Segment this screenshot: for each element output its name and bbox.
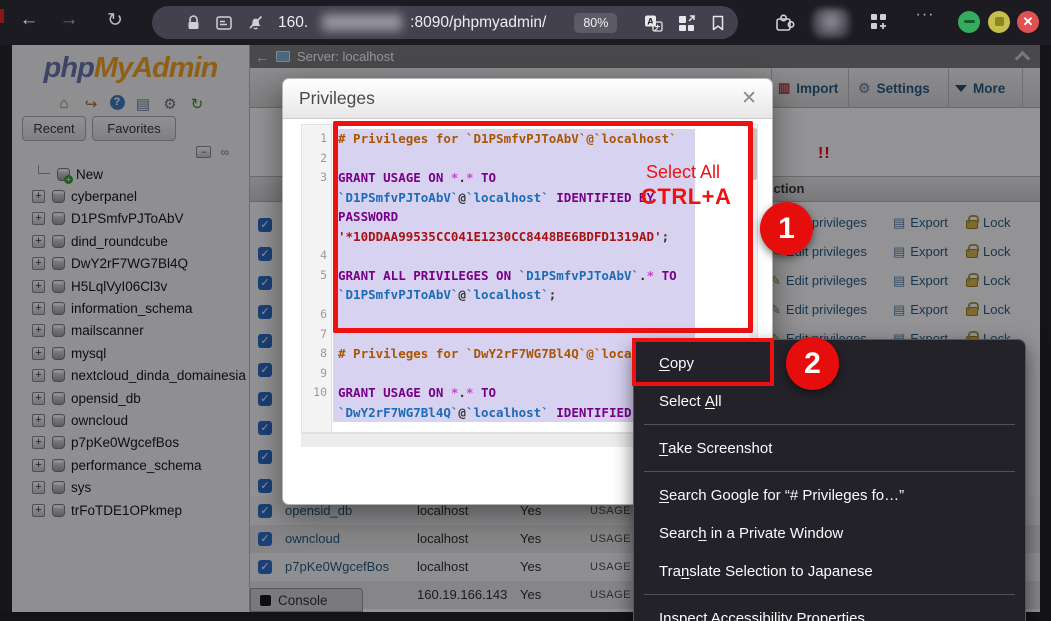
line-number: 1 (302, 129, 327, 149)
notifications-blocked-icon[interactable] (247, 14, 264, 31)
menu-separator (644, 594, 1015, 595)
annotation-shortcut-label: CTRL+A (641, 184, 731, 210)
line-number: 4 (302, 246, 327, 266)
bookmark-icon[interactable] (710, 14, 726, 32)
minimize-button[interactable] (958, 11, 980, 33)
account-avatar[interactable] (812, 8, 850, 38)
menu-item-take-screenshot[interactable]: Take Screenshot (634, 429, 1025, 467)
url-redacted-blur (322, 14, 402, 31)
line-number: 7 (302, 325, 327, 345)
window-edge-accent (0, 9, 4, 23)
access-key: T (659, 440, 668, 457)
menu-item-inspect-accessibility[interactable]: Inspect Accessibility Properties (634, 599, 1025, 621)
code-token-pun: @ (458, 405, 466, 420)
picture-in-picture-icon[interactable] (677, 14, 696, 32)
window-right-edge (1040, 45, 1051, 612)
reload-icon[interactable]: ↻ (100, 9, 130, 32)
code-token-id: `localhost` (466, 405, 549, 420)
access-key: S (659, 487, 669, 504)
annotation-select-all-label: Select All (646, 162, 720, 183)
menu-item-text: Inspect Accessibility Properties (659, 610, 865, 621)
annotation-box-code (333, 121, 753, 333)
line-number: 2 (302, 149, 327, 169)
line-number-gutter: 123 45 678910 (302, 125, 332, 432)
code-token-id: `DwY2rF7WG7Bl4Q` (338, 405, 458, 420)
menu-item-text: Searc (659, 525, 698, 542)
lock-icon[interactable] (186, 14, 201, 31)
dialog-title: Privileges (299, 88, 375, 109)
extensions-icon[interactable] (774, 12, 796, 33)
menu-item-translate-selection[interactable]: Translate Selection to Japanese (634, 552, 1025, 590)
menu-item-text: ake Screenshot (668, 440, 772, 457)
code-token-pun: . (458, 385, 466, 400)
access-key: n (681, 563, 689, 580)
dialog-close-icon[interactable]: ✕ (741, 87, 757, 110)
line-number: 10 (302, 383, 327, 403)
tab-groups-icon[interactable] (869, 12, 890, 33)
menu-item-text: Select (659, 393, 705, 410)
access-key: A (705, 393, 715, 410)
forward-icon[interactable]: → (54, 9, 84, 31)
menu-item-text: earch Google for “# Privileges fo…” (669, 487, 904, 504)
permissions-icon[interactable] (215, 14, 233, 31)
line-number: 3 (302, 168, 327, 188)
menu-item-text: Tra (659, 563, 681, 580)
code-line: GRANT USAGE ON *.* TO (338, 383, 496, 403)
screen: ← → ↻ 160. :8090/phpmyadmin/ 80% A (0, 0, 1051, 621)
code-token-kw: GRANT USAGE ON (338, 385, 451, 400)
step-1-badge: 1 (760, 202, 813, 255)
line-number: 6 (302, 305, 327, 325)
menu-icon[interactable]: ··· (910, 6, 940, 24)
back-icon[interactable]: ← (14, 9, 44, 31)
maximize-button[interactable] (988, 11, 1010, 33)
translate-icon[interactable]: A (644, 14, 663, 32)
menu-item-text: in a Private Window (707, 525, 844, 542)
menu-item-search-google[interactable]: Search Google for “# Privileges fo…” (634, 476, 1025, 514)
menu-separator (644, 424, 1015, 425)
url-host[interactable]: 160. (278, 14, 308, 32)
menu-item-search-private-window[interactable]: Search in a Private Window (634, 514, 1025, 552)
line-number: 8 (302, 344, 327, 364)
code-token-kw: TO (473, 385, 496, 400)
step-2-badge: 2 (786, 337, 839, 390)
close-window-button[interactable] (1017, 11, 1039, 33)
url-path[interactable]: :8090/phpmyadmin/ (410, 14, 546, 32)
dialog-title-bar[interactable]: Privileges ✕ (283, 79, 772, 119)
line-number: 9 (302, 364, 327, 384)
line-number: 5 (302, 266, 327, 286)
zoom-level-badge[interactable]: 80% (574, 13, 617, 33)
menu-item-text: ll (715, 393, 722, 410)
menu-item-select-all[interactable]: Select All (634, 382, 1025, 420)
annotation-box-copy (632, 338, 774, 386)
code-token-com: # Privileges for `DwY2rF7WG7Bl4Q`@`local… (338, 346, 677, 361)
menu-item-text: slate Selection to Japanese (689, 563, 872, 580)
code-line: `DwY2rF7WG7Bl4Q`@`localhost` IDENTIFIED … (338, 403, 654, 423)
url-bar[interactable]: 160. :8090/phpmyadmin/ 80% A (152, 6, 738, 39)
code-line: # Privileges for `DwY2rF7WG7Bl4Q`@`local… (338, 344, 677, 364)
access-key: h (698, 525, 706, 542)
browser-toolbar: ← → ↻ 160. :8090/phpmyadmin/ 80% A (0, 0, 1051, 45)
menu-separator (644, 471, 1015, 472)
